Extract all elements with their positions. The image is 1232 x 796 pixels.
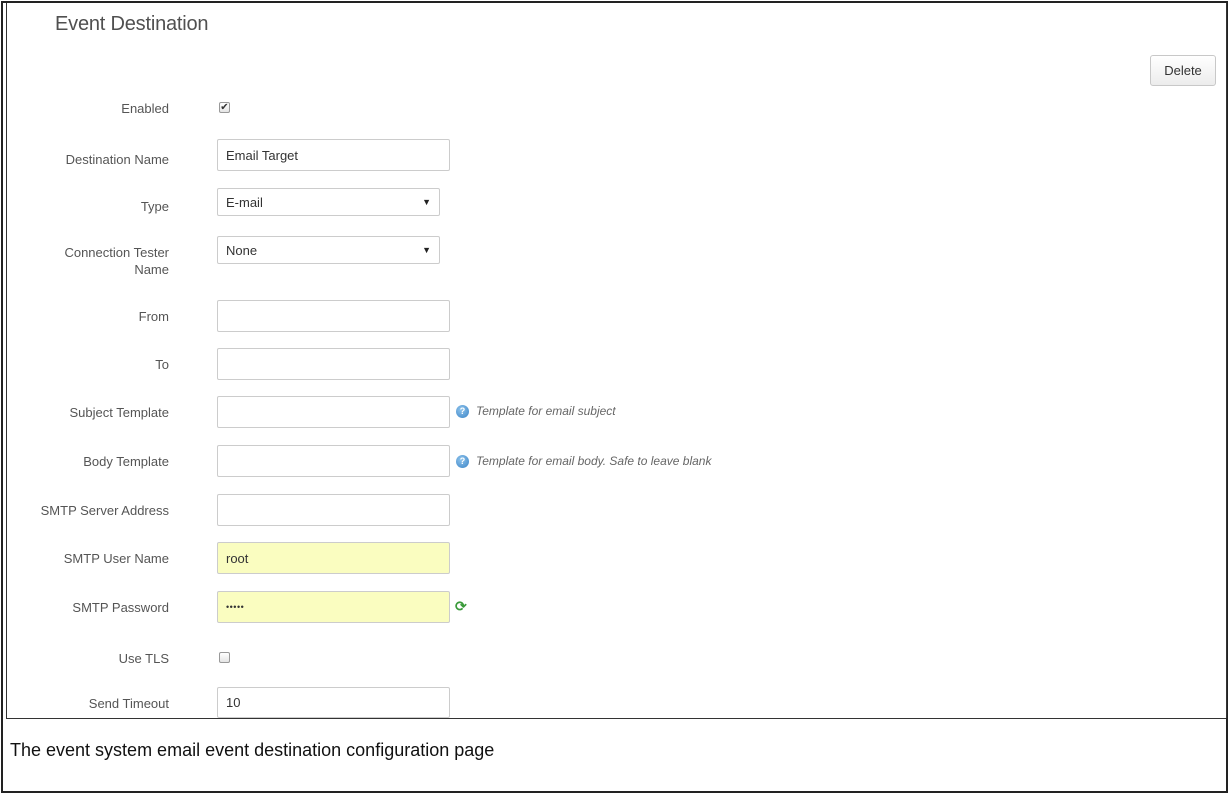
enabled-label: Enabled (121, 101, 169, 116)
smtp-user-label: SMTP User Name (63, 551, 169, 566)
smtp-server-label: SMTP Server Address (40, 503, 169, 518)
refresh-icon[interactable]: ⟳ (455, 599, 469, 613)
chevron-down-icon: ▼ (422, 245, 431, 255)
destination-name-input[interactable]: Email Target (217, 139, 450, 171)
connection-tester-row: Connection Tester Name None ▼ (0, 236, 1200, 277)
connection-tester-label: Connection Tester Name (64, 245, 169, 277)
smtp-server-input[interactable] (217, 494, 450, 526)
checkmark-icon: ✔ (220, 102, 229, 113)
enabled-row: Enabled ✔ (0, 98, 1200, 132)
info-icon: ? (456, 404, 469, 418)
use-tls-label: Use TLS (118, 651, 169, 666)
to-row: To (0, 348, 1200, 382)
subject-template-input[interactable] (217, 396, 450, 428)
use-tls-row: Use TLS (0, 650, 1200, 684)
to-label: To (155, 357, 169, 372)
smtp-server-row: SMTP Server Address (0, 494, 1200, 528)
destination-name-label: Destination Name (65, 152, 169, 167)
use-tls-checkbox[interactable] (219, 652, 230, 663)
body-template-input[interactable] (217, 445, 450, 477)
smtp-password-label: SMTP Password (72, 600, 169, 615)
subject-template-label: Subject Template (69, 405, 170, 420)
destination-name-row: Destination Name Email Target (0, 139, 1200, 173)
body-template-hint-text: Template for email body. Safe to leave b… (476, 454, 712, 468)
from-label: From (138, 309, 169, 324)
subject-template-hint-text: Template for email subject (476, 404, 616, 418)
subject-template-row: Subject Template ? Template for email su… (0, 396, 1200, 430)
send-timeout-row: Send Timeout 10 (0, 687, 1200, 721)
type-select[interactable]: E-mail ▼ (217, 188, 440, 216)
to-input[interactable] (217, 348, 450, 380)
connection-tester-select[interactable]: None ▼ (217, 236, 440, 264)
from-input[interactable] (217, 300, 450, 332)
smtp-user-input[interactable]: root (217, 542, 450, 574)
send-timeout-input[interactable]: 10 (217, 687, 450, 718)
body-template-hint: ? Template for email body. Safe to leave… (456, 454, 711, 468)
send-timeout-label: Send Timeout (88, 696, 169, 711)
smtp-password-row: SMTP Password ••••• ⟳ (0, 591, 1200, 625)
type-row: Type E-mail ▼ (0, 188, 1200, 222)
info-icon: ? (456, 454, 469, 468)
type-label: Type (140, 199, 169, 214)
body-template-label: Body Template (83, 454, 169, 469)
delete-button[interactable]: Delete (1150, 55, 1216, 86)
chevron-down-icon: ▼ (422, 197, 431, 207)
smtp-password-input[interactable]: ••••• (217, 591, 450, 623)
connection-tester-value: None (226, 242, 258, 258)
figure-caption: The event system email event destination… (10, 740, 495, 760)
page-title: Event Destination (55, 13, 209, 35)
enabled-checkbox[interactable]: ✔ (219, 102, 230, 113)
type-select-value: E-mail (226, 194, 263, 210)
body-template-row: Body Template ? Template for email body.… (0, 445, 1200, 479)
subject-template-hint: ? Template for email subject (456, 404, 616, 418)
from-row: From (0, 300, 1200, 334)
smtp-user-row: SMTP User Name root (0, 542, 1200, 576)
